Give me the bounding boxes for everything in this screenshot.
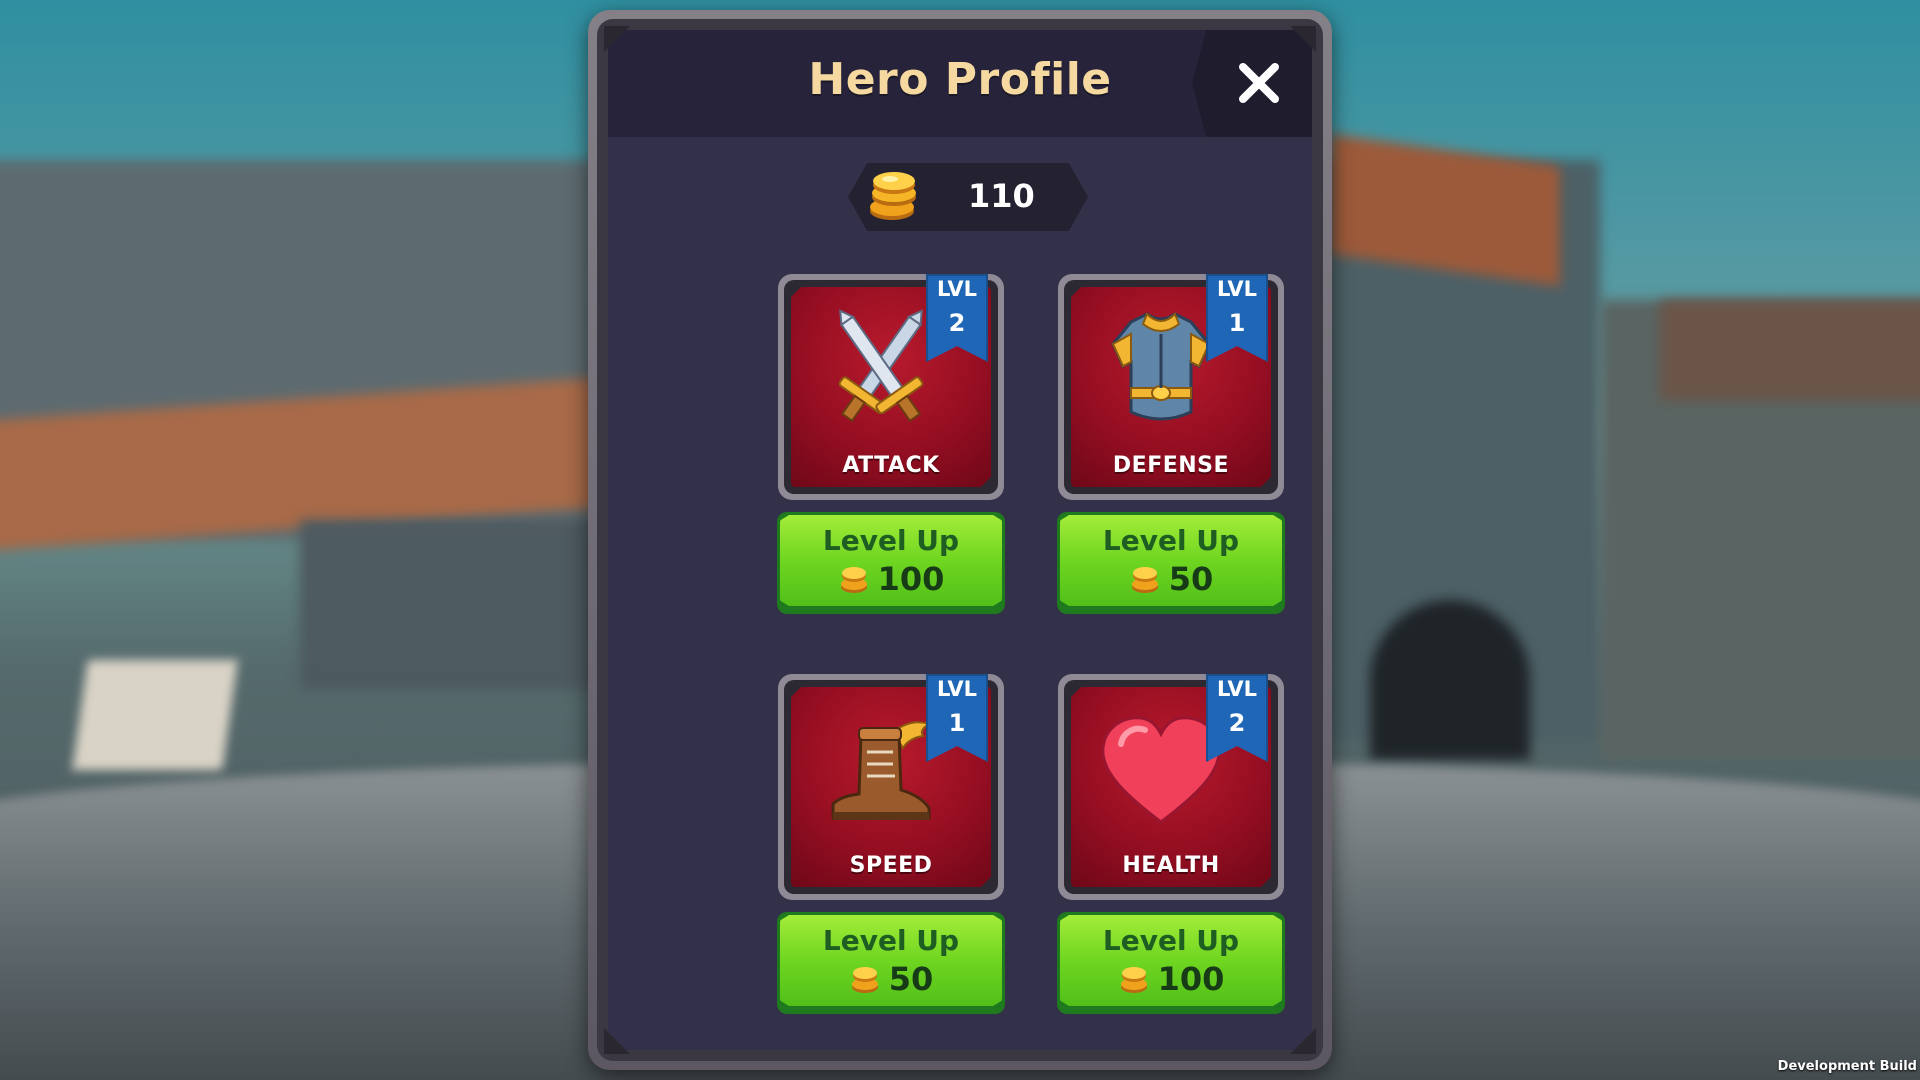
stat-name: DEFENSE <box>1112 453 1230 478</box>
speed-level-up-button[interactable]: Level Up 50 <box>777 912 1005 1014</box>
close-button[interactable] <box>1228 52 1290 114</box>
level-up-cost: 100 <box>877 560 945 598</box>
development-build-label: Development Build <box>1777 1059 1917 1074</box>
stat-name: HEALTH <box>1122 853 1220 878</box>
button-label: Level Up <box>822 524 960 557</box>
close-icon <box>1239 63 1279 103</box>
attack-level-up-button[interactable]: Level Up 100 <box>777 512 1005 614</box>
stat-card-attack: LVL 2 ATTACK <box>778 274 1004 500</box>
level-up-cost: 50 <box>1168 560 1214 598</box>
hero-profile-panel: Hero Profile 110 LVL 2 ATTACK Level Up 1… <box>588 10 1332 1070</box>
level-number: 1 <box>1228 309 1246 337</box>
health-level-up-button[interactable]: Level Up 100 <box>1057 912 1285 1014</box>
coin-icon <box>1120 967 1147 993</box>
stat-card-health: LVL 2 HEALTH <box>1058 674 1284 900</box>
button-label: Level Up <box>822 924 960 957</box>
level-up-cost: 50 <box>888 960 934 998</box>
stat-name: ATTACK <box>842 453 940 478</box>
level-prefix: LVL <box>936 277 978 301</box>
stat-name: SPEED <box>849 853 933 878</box>
coin-balance: 110 <box>848 163 1088 231</box>
coin-icon <box>851 967 878 993</box>
level-number: 2 <box>948 309 966 337</box>
coin-icon <box>1131 567 1158 593</box>
defense-level-up-button[interactable]: Level Up 50 <box>1057 512 1285 614</box>
level-up-cost: 100 <box>1157 960 1225 998</box>
level-number: 2 <box>1228 709 1246 737</box>
coin-amount: 110 <box>968 177 1035 215</box>
level-prefix: LVL <box>1216 277 1258 301</box>
level-number: 1 <box>948 709 966 737</box>
coin-stack-icon <box>870 172 916 220</box>
coin-icon <box>840 567 867 593</box>
stat-card-defense: LVL 1 DEFENSE <box>1058 274 1284 500</box>
panel-header: Hero Profile <box>608 30 1312 137</box>
level-prefix: LVL <box>1216 677 1258 701</box>
button-label: Level Up <box>1102 924 1240 957</box>
level-prefix: LVL <box>936 677 978 701</box>
stat-card-speed: LVL 1 SPEED <box>778 674 1004 900</box>
button-label: Level Up <box>1102 524 1240 557</box>
